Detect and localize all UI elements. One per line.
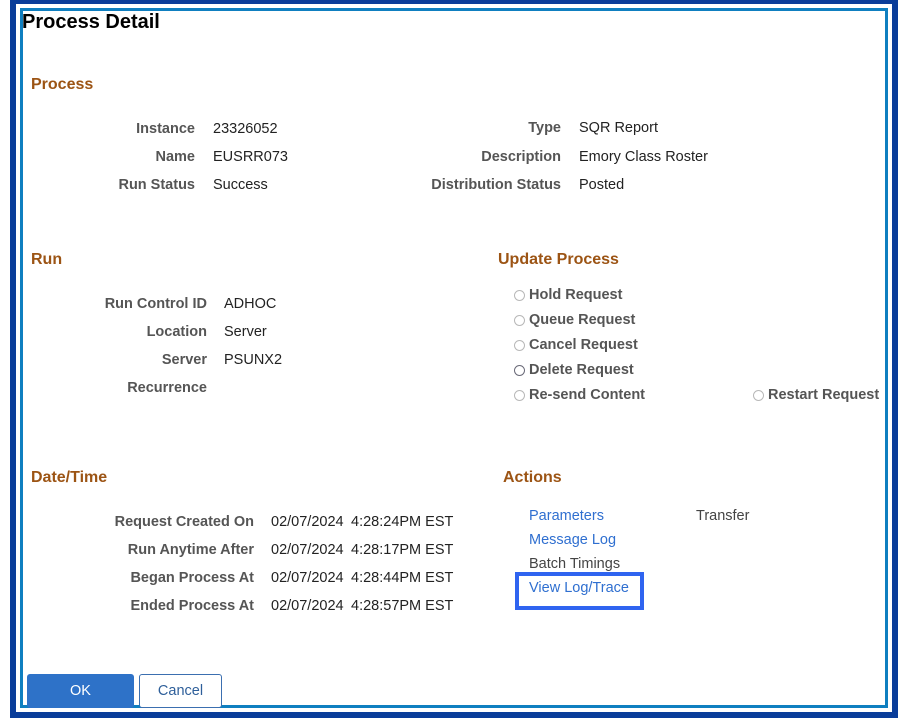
location-label: Location [146, 324, 207, 340]
ended-process-at-label: Ended Process At [130, 598, 254, 614]
request-created-on-time: 4:28:24PM EST [351, 514, 454, 530]
page-title: Process Detail [22, 11, 160, 33]
radio-button-icon[interactable] [514, 364, 525, 376]
run-heading: Run [31, 251, 63, 268]
instance-label: Instance [136, 121, 195, 137]
run-control-id-label: Run Control ID [104, 296, 207, 312]
resend-content-radio[interactable]: Re-send Content [514, 387, 645, 403]
ended-process-at-date: 02/07/2024 [271, 598, 344, 614]
restart-request-label: Restart Request [768, 387, 880, 403]
began-process-at-date: 02/07/2024 [271, 570, 344, 586]
delete-request-radio[interactable]: Delete Request [514, 362, 634, 378]
restart-request-radio[interactable]: Restart Request [753, 387, 879, 403]
run-control-id-value: ADHOC [224, 296, 277, 312]
name-value: EUSRR073 [213, 149, 288, 165]
datetime-heading: Date/Time [31, 469, 108, 486]
resend-content-label: Re-send Content [529, 387, 645, 403]
run-anytime-after-time: 4:28:17PM EST [351, 542, 454, 558]
server-value: PSUNX2 [224, 352, 283, 368]
description-value: Emory Class Roster [579, 149, 708, 165]
distribution-status-label: Distribution Status [431, 177, 561, 193]
message-log-link[interactable]: Message Log [529, 532, 616, 548]
name-label: Name [155, 149, 196, 165]
began-process-at-label: Began Process At [130, 570, 254, 586]
request-created-on-date: 02/07/2024 [271, 514, 344, 530]
location-value: Server [224, 324, 267, 340]
cancel-request-radio[interactable]: Cancel Request [514, 337, 638, 353]
run-anytime-after-date: 02/07/2024 [271, 542, 344, 558]
radio-button-icon[interactable] [514, 389, 525, 401]
hold-request-label: Hold Request [529, 287, 623, 303]
actions-heading: Actions [503, 469, 562, 486]
radio-button-icon[interactable] [514, 289, 525, 301]
description-label: Description [481, 149, 561, 165]
instance-value: 23326052 [213, 121, 278, 137]
distribution-status-value: Posted [579, 177, 625, 193]
radio-button-icon[interactable] [514, 339, 525, 351]
run-status-label: Run Status [118, 177, 195, 193]
parameters-link[interactable]: Parameters [529, 508, 604, 524]
server-label: Server [161, 352, 207, 368]
recurrence-label: Recurrence [127, 380, 207, 396]
type-value: SQR Report [579, 120, 658, 136]
hold-request-radio[interactable]: Hold Request [514, 287, 622, 303]
ended-process-at-time: 4:28:57PM EST [351, 598, 454, 614]
radio-button-icon[interactable] [753, 389, 764, 401]
transfer-text: Transfer [696, 508, 750, 524]
queue-request-radio[interactable]: Queue Request [514, 312, 635, 328]
run-anytime-after-label: Run Anytime After [127, 542, 254, 558]
radio-button-icon[interactable] [514, 314, 525, 326]
ok-button[interactable]: OK [27, 674, 134, 708]
request-created-on-label: Request Created On [114, 514, 254, 530]
run-status-value: Success [213, 177, 268, 193]
batch-timings-text: Batch Timings [529, 556, 621, 572]
view-log-trace-link[interactable]: View Log/Trace [529, 580, 629, 596]
queue-request-label: Queue Request [529, 312, 636, 328]
delete-request-label: Delete Request [529, 362, 634, 378]
update-process-heading: Update Process [498, 251, 619, 268]
type-label: Type [528, 120, 561, 136]
cancel-request-label: Cancel Request [529, 337, 638, 353]
process-heading: Process [31, 76, 94, 93]
cancel-button[interactable]: Cancel [139, 674, 222, 708]
began-process-at-time: 4:28:44PM EST [351, 570, 454, 586]
